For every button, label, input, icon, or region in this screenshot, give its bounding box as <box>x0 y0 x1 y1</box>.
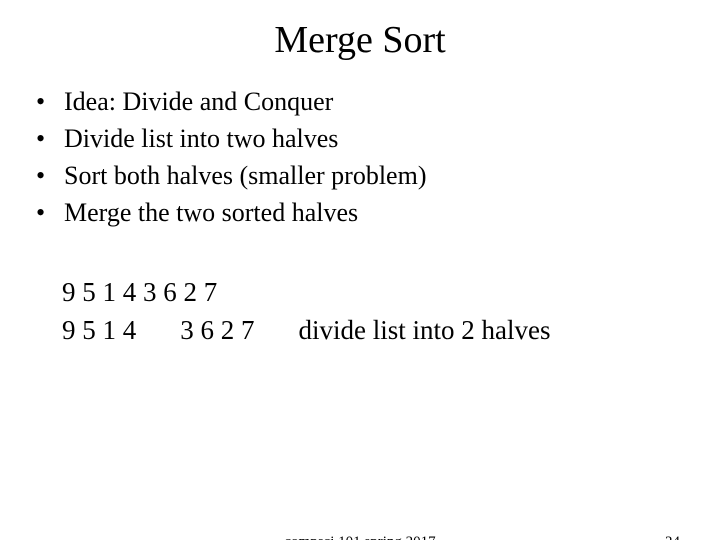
example-block: 9 5 1 4 3 6 2 7 9 5 1 4 3 6 2 7 divide l… <box>62 274 720 350</box>
list-item: • Merge the two sorted halves <box>34 195 720 230</box>
slide-title: Merge Sort <box>0 18 720 62</box>
footer-page-number: 24 <box>665 534 680 540</box>
list-item: • Idea: Divide and Conquer <box>34 84 720 119</box>
bullet-icon: • <box>36 84 45 119</box>
bullet-text: Merge the two sorted halves <box>64 198 358 227</box>
footer-course: compsci 101 spring 2017 <box>0 534 720 540</box>
bullet-icon: • <box>36 195 45 230</box>
bullet-text: Idea: Divide and Conquer <box>64 87 333 116</box>
bullet-icon: • <box>36 158 45 193</box>
bullet-text: Divide list into two halves <box>64 124 338 153</box>
example-half-left: 9 5 1 4 <box>62 312 136 350</box>
example-note: divide list into 2 halves <box>299 312 551 350</box>
bullet-text: Sort both halves (smaller problem) <box>64 161 426 190</box>
list-item: • Sort both halves (smaller problem) <box>34 158 720 193</box>
bullet-list: • Idea: Divide and Conquer • Divide list… <box>34 84 720 230</box>
example-split-row: 9 5 1 4 3 6 2 7 divide list into 2 halve… <box>62 312 720 350</box>
slide: Merge Sort • Idea: Divide and Conquer • … <box>0 18 720 540</box>
example-half-right: 3 6 2 7 <box>180 312 254 350</box>
list-item: • Divide list into two halves <box>34 121 720 156</box>
bullet-icon: • <box>36 121 45 156</box>
example-full-list: 9 5 1 4 3 6 2 7 <box>62 274 720 312</box>
